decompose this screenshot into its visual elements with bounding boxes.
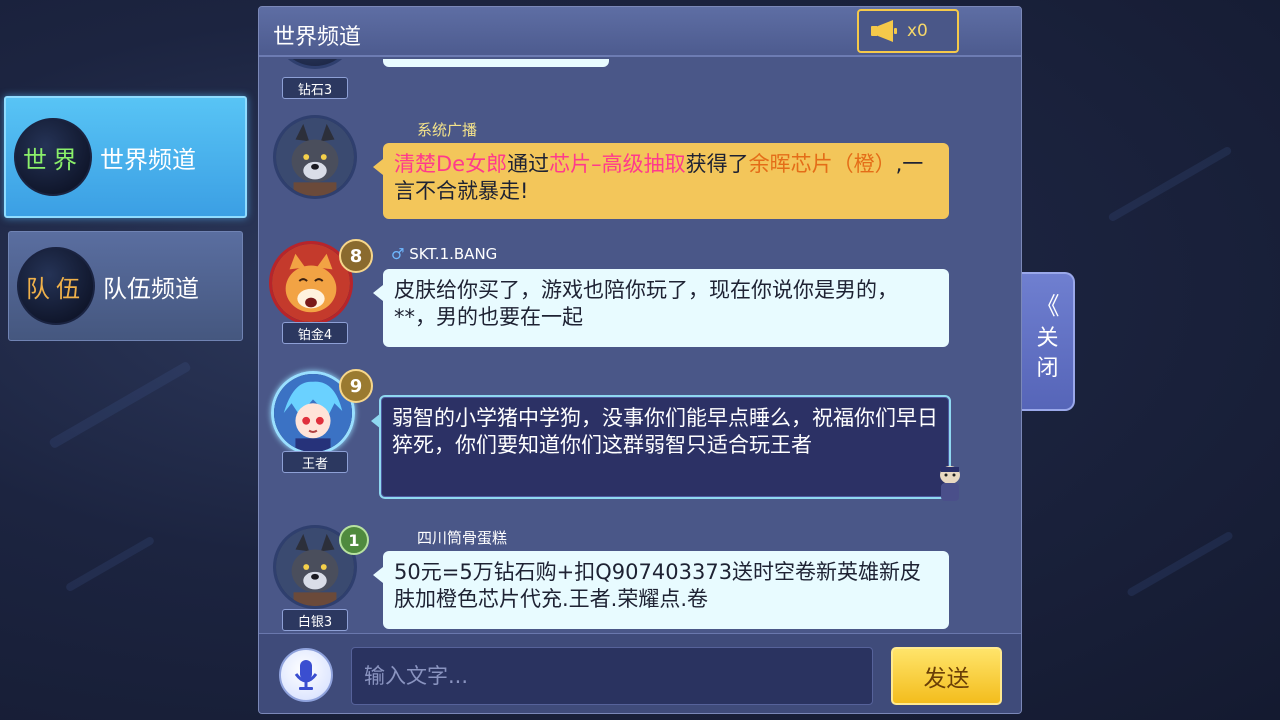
rank-tag: 白银3 bbox=[282, 609, 348, 631]
rank-tag: 王者 bbox=[282, 451, 348, 473]
tab-team-channel[interactable]: 队伍 队伍频道 bbox=[8, 231, 243, 341]
team-channel-badge: 队伍 bbox=[17, 247, 95, 325]
world-channel-badge: 世界 bbox=[14, 118, 92, 196]
level-badge: 8 bbox=[339, 239, 373, 273]
megaphone-icon bbox=[871, 20, 897, 42]
message-text: 获得了 bbox=[685, 152, 749, 176]
microphone-icon bbox=[294, 660, 318, 690]
sender-name: ♂ SKT.1.BANG bbox=[391, 245, 498, 263]
male-icon: ♂ bbox=[391, 245, 405, 263]
sender-name: 四川筒骨蛋糕 bbox=[417, 529, 508, 547]
level-badge: 9 bbox=[339, 369, 373, 403]
item-name: 余晖芯片（橙） bbox=[748, 152, 896, 176]
background-decoration bbox=[64, 535, 156, 593]
horn-button[interactable]: x0 bbox=[857, 9, 959, 53]
tab-team-label: 队伍频道 bbox=[103, 274, 199, 303]
sender-name: 系统广播 bbox=[417, 121, 478, 139]
avatar[interactable] bbox=[273, 59, 357, 69]
mascot-icon bbox=[940, 466, 960, 501]
send-button[interactable]: 发送 bbox=[891, 647, 1002, 705]
message-input[interactable] bbox=[351, 647, 873, 705]
chat-input-bar: 发送 bbox=[259, 633, 1021, 713]
level-badge: 1 bbox=[339, 525, 369, 555]
background-decoration bbox=[1107, 145, 1233, 223]
rank-tag: 铂金4 bbox=[282, 322, 348, 344]
tab-world-channel[interactable]: 世界 世界频道 bbox=[4, 96, 247, 218]
rank-tag: 钻石3 bbox=[282, 77, 348, 99]
wolf-avatar-icon bbox=[276, 118, 354, 196]
system-broadcast-bubble: 清楚De女郎通过芯片–高级抽取获得了余晖芯片（橙）,一言不合就暴走! bbox=[373, 143, 949, 219]
player-name: 清楚De女郎 bbox=[394, 152, 508, 176]
message-bubble: 50元=5万钻石购+扣Q907403373送时空卷新英雄新皮肤加橙色芯片代充.王… bbox=[373, 551, 949, 629]
tab-world-label: 世界频道 bbox=[100, 145, 196, 174]
vip-message-bubble: 弱智的小学猪中学狗，没事你们能早点睡么，祝福你们早日猝死，你们要知道你们这群弱智… bbox=[371, 395, 951, 499]
background-decoration bbox=[48, 360, 192, 450]
chat-panel: 世界频道 x0 钻石3 系统广播 清楚De女郎通过芯片–高级抽取获得了余晖芯片（… bbox=[258, 6, 1022, 714]
panel-header: 世界频道 x0 bbox=[259, 7, 1021, 57]
horn-count: x0 bbox=[907, 21, 928, 41]
background-decoration bbox=[1126, 530, 1234, 598]
avatar[interactable] bbox=[273, 115, 357, 199]
close-label: 关闭 bbox=[1036, 326, 1059, 381]
message-text: 通过 bbox=[507, 152, 550, 176]
message-bubble: 皮肤给你买了，游戏也陪你玩了，现在你说你是男的，**，男的也要在一起 bbox=[373, 269, 949, 347]
page-title: 世界频道 bbox=[273, 25, 362, 50]
draw-source: 芯片–高级抽取 bbox=[549, 152, 686, 176]
voice-input-button[interactable] bbox=[279, 648, 333, 702]
chat-message-list[interactable]: 钻石3 系统广播 清楚De女郎通过芯片–高级抽取获得了余晖芯片（橙）,一言不合就… bbox=[259, 59, 1021, 633]
double-chevron-left-icon: 《 bbox=[1035, 292, 1060, 320]
message-bubble-partial bbox=[383, 59, 609, 67]
close-panel-button[interactable]: 《 关闭 bbox=[1022, 272, 1075, 411]
